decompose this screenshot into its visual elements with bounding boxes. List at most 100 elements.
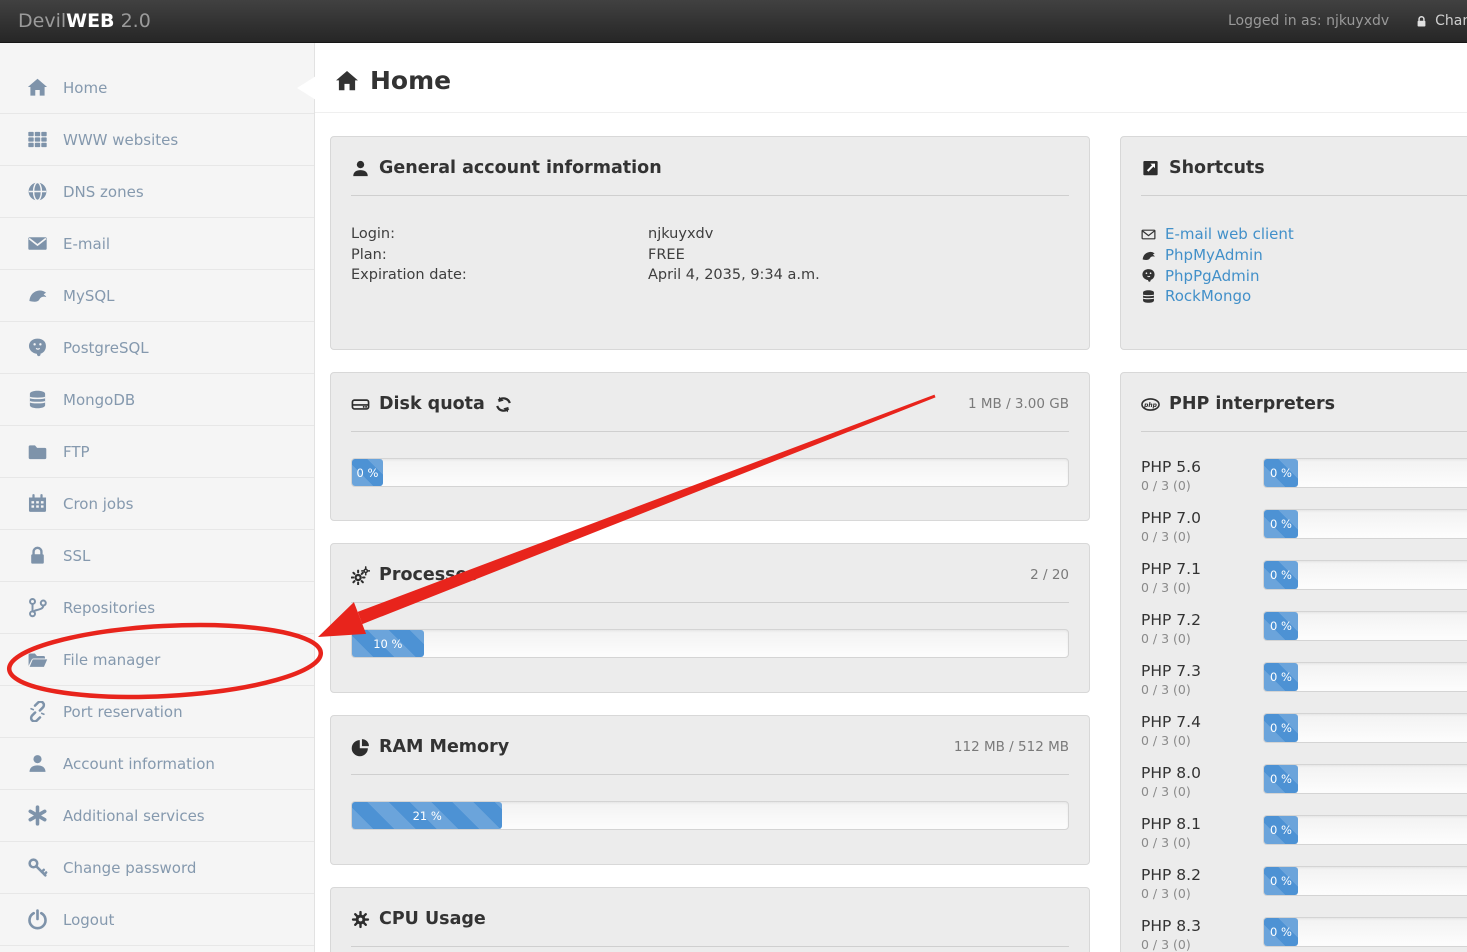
- php-row: PHP 8.2 0 / 3 (0) 0 %: [1141, 866, 1467, 902]
- page-header: Home: [315, 42, 1467, 113]
- logged-in-as: Logged in as: njkuyxdv: [1228, 13, 1389, 29]
- page-title: Home: [335, 66, 451, 95]
- php-version: PHP 8.3: [1141, 917, 1263, 936]
- php-row: PHP 8.3 0 / 3 (0) 0 %: [1141, 917, 1467, 952]
- php-progress-bar: 0 %: [1264, 714, 1298, 742]
- globe-icon: [27, 181, 48, 202]
- sidebar-item-cron-jobs[interactable]: Cron jobs: [0, 478, 314, 530]
- ram-bar-body: 21 %: [331, 775, 1089, 830]
- shortcut-link-phpmyadmin[interactable]: PhpMyAdmin: [1141, 245, 1467, 266]
- php-label-block: PHP 8.0 0 / 3 (0): [1141, 764, 1263, 800]
- panel-heading: Disk quota 1 MB / 3.00 GB: [331, 373, 1089, 415]
- main-column: General account information Login: njkuy…: [330, 136, 1090, 952]
- sidebar-item-www-websites[interactable]: WWW websites: [0, 114, 314, 166]
- php-progress-bar: 0 %: [1264, 510, 1298, 538]
- php-progress-bar: 0 %: [1264, 867, 1298, 895]
- sidebar-item-dns-zones[interactable]: DNS zones: [0, 166, 314, 218]
- panel-heading: CPU Usage: [331, 888, 1089, 930]
- account-info-body: Login: njkuyxdv Plan: FREE Expiration da…: [331, 196, 1089, 286]
- database-icon: [27, 389, 48, 410]
- php-version: PHP 8.0: [1141, 764, 1263, 783]
- lock-icon: [1415, 15, 1428, 28]
- php-row: PHP 7.2 0 / 3 (0) 0 %: [1141, 611, 1467, 647]
- php-label-block: PHP 8.2 0 / 3 (0): [1141, 866, 1263, 902]
- shortcut-list: E-mail web client PhpMyAdmin PhpPgAdmin …: [1121, 196, 1467, 307]
- sidebar-item-change-password[interactable]: Change password: [0, 842, 314, 894]
- lock-icon: [27, 545, 48, 566]
- sidebar-item-label: Home: [63, 79, 107, 97]
- progress-track: 0 %: [1263, 458, 1467, 488]
- git-branch-icon: [27, 597, 48, 618]
- php-row: PHP 8.1 0 / 3 (0) 0 %: [1141, 815, 1467, 851]
- sidebar-item-e-mail[interactable]: E-mail: [0, 218, 314, 270]
- sidebar-item-additional-services[interactable]: Additional services: [0, 790, 314, 842]
- panel-title: RAM Memory: [379, 737, 509, 757]
- sidebar-item-home[interactable]: Home: [0, 62, 314, 114]
- php-progress-bar: 0 %: [1264, 561, 1298, 589]
- topbar-right: Logged in as: njkuyxdv Change password: [1228, 0, 1467, 42]
- php-row: PHP 8.0 0 / 3 (0) 0 %: [1141, 764, 1467, 800]
- php-row: PHP 5.6 0 / 3 (0) 0 %: [1141, 458, 1467, 494]
- gear-icon: [351, 910, 370, 929]
- progress-track: 0 %: [1263, 509, 1467, 539]
- sidebar-item-label: File manager: [63, 651, 160, 669]
- asterisk-icon: [27, 805, 48, 826]
- php-label-block: PHP 7.2 0 / 3 (0): [1141, 611, 1263, 647]
- panel-general-account-information: General account information Login: njkuy…: [330, 136, 1090, 350]
- th-icon: [27, 129, 48, 150]
- sidebar-item-port-reservation[interactable]: Port reservation: [0, 686, 314, 738]
- envelope-icon: [27, 233, 48, 254]
- progress-track: 0 %: [351, 458, 1069, 487]
- sidebar-item-repositories[interactable]: Repositories: [0, 582, 314, 634]
- sidebar: Home WWW websites DNS zones E-mail MySQL…: [0, 42, 315, 952]
- info-value: FREE: [648, 245, 685, 266]
- mysql-icon: [1141, 248, 1156, 263]
- sidebar-item-ftp[interactable]: FTP: [0, 426, 314, 478]
- sidebar-item-label: MySQL: [63, 287, 115, 305]
- shortcut-link-label: RockMongo: [1165, 286, 1251, 307]
- home-icon: [27, 77, 48, 98]
- sidebar-item-file-manager[interactable]: File manager: [0, 634, 314, 686]
- panel-heading: Processes 2 / 20: [331, 544, 1089, 586]
- php-row: PHP 7.3 0 / 3 (0) 0 %: [1141, 662, 1467, 698]
- panel-disk-quota: Disk quota 1 MB / 3.00 GB 0 %: [330, 372, 1090, 521]
- sidebar-item-label: WWW websites: [63, 131, 178, 149]
- shortcut-link-rockmongo[interactable]: RockMongo: [1141, 286, 1467, 307]
- php-interpreters-list: PHP 5.6 0 / 3 (0) 0 % PHP 7.0 0 / 3 (0) …: [1121, 432, 1467, 952]
- user-icon: [351, 159, 370, 178]
- progress-track: 21 %: [351, 801, 1069, 830]
- php-icon: php: [1141, 395, 1160, 414]
- panel-heading: RAM Memory 112 MB / 512 MB: [331, 716, 1089, 758]
- php-label-block: PHP 8.3 0 / 3 (0): [1141, 917, 1263, 952]
- shortcut-link-e-mail-web-client[interactable]: E-mail web client: [1141, 224, 1467, 245]
- php-label-block: PHP 7.1 0 / 3 (0): [1141, 560, 1263, 596]
- refresh-icon[interactable]: [495, 396, 512, 413]
- progress-track: 0 %: [1263, 713, 1467, 743]
- sidebar-item-postgresql[interactable]: PostgreSQL: [0, 322, 314, 374]
- panel-ram-memory: RAM Memory 112 MB / 512 MB 21 %: [330, 715, 1090, 865]
- info-row-plan: Plan: FREE: [351, 245, 1069, 266]
- topbar: DevilWEB 2.0 Logged in as: njkuyxdv Chan…: [0, 0, 1467, 43]
- php-counts: 0 / 3 (0): [1141, 733, 1263, 749]
- info-row-expiration: Expiration date: April 4, 2035, 9:34 a.m…: [351, 265, 1069, 286]
- panel-cpu-usage: CPU Usage: [330, 887, 1090, 952]
- sidebar-item-account-information[interactable]: Account information: [0, 738, 314, 790]
- sidebar-item-mongodb[interactable]: MongoDB: [0, 374, 314, 426]
- info-value: njkuyxdv: [648, 224, 713, 245]
- external-link-icon: [1141, 159, 1160, 178]
- envelope-o-icon: [1141, 227, 1156, 242]
- power-icon: [27, 909, 48, 930]
- processes-usage-value: 2 / 20: [1030, 567, 1069, 583]
- php-counts: 0 / 3 (0): [1141, 580, 1263, 596]
- shortcut-link-phppgadmin[interactable]: PhpPgAdmin: [1141, 266, 1467, 287]
- sidebar-item-label: FTP: [63, 443, 90, 461]
- sidebar-item-logout[interactable]: Logout: [0, 894, 314, 946]
- php-version: PHP 7.3: [1141, 662, 1263, 681]
- home-icon: [335, 69, 359, 93]
- hdd-icon: [351, 395, 370, 414]
- change-password-link[interactable]: Change password: [1415, 13, 1467, 29]
- processes-progress-bar: 10 %: [352, 630, 424, 657]
- sidebar-item-ssl[interactable]: SSL: [0, 530, 314, 582]
- progress-track: 10 %: [351, 629, 1069, 658]
- sidebar-item-mysql[interactable]: MySQL: [0, 270, 314, 322]
